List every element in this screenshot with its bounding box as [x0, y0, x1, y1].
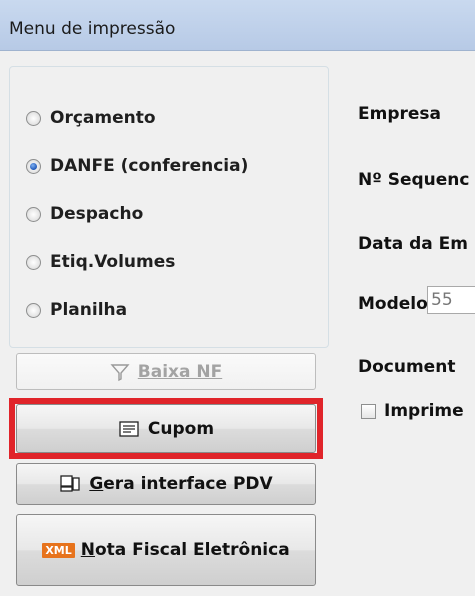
nota-fiscal-label: Nota Fiscal Eletrônica	[80, 540, 290, 560]
pdv-terminal-icon	[59, 474, 81, 494]
main-panel: Orçamento DANFE (conferencia) Despacho E…	[0, 51, 475, 596]
radio-button[interactable]	[26, 110, 41, 126]
print-options-group: Orçamento DANFE (conferencia) Despacho E…	[9, 66, 329, 348]
radio-danfe-conferencia[interactable]: DANFE (conferencia)	[26, 154, 248, 178]
radio-planilha[interactable]: Planilha	[26, 298, 127, 322]
xml-badge: XML	[42, 542, 75, 558]
empresa-label: Empresa	[358, 104, 441, 124]
radio-button[interactable]	[26, 254, 41, 270]
sequencia-label: Nº Sequenc	[358, 170, 470, 190]
documento-label: Document	[358, 357, 456, 377]
baixa-nf-label: Baixa NF	[137, 361, 223, 382]
modelo-label: Modelo	[358, 294, 428, 314]
radio-button-selected[interactable]	[26, 158, 41, 174]
radio-button[interactable]	[26, 302, 41, 318]
funnel-icon	[110, 362, 130, 382]
gera-interface-pdv-button[interactable]: Gera interface PDV	[16, 463, 316, 505]
radio-etiq-volumes[interactable]: Etiq.Volumes	[26, 250, 175, 274]
radio-button[interactable]	[26, 206, 41, 222]
nota-fiscal-eletronica-button[interactable]: XML Nota Fiscal Eletrônica	[16, 514, 316, 586]
radio-label: Orçamento	[50, 108, 156, 128]
gera-interface-pdv-label: Gera interface PDV	[89, 474, 273, 494]
title-bar: Menu de impressão	[0, 0, 475, 51]
radio-label: Despacho	[50, 204, 144, 224]
baixa-nf-button[interactable]: Baixa NF	[16, 353, 316, 390]
imprime-checkbox[interactable]	[361, 404, 376, 419]
window-title: Menu de impressão	[9, 19, 176, 39]
modelo-field[interactable]: 55	[427, 286, 475, 314]
radio-orcamento[interactable]: Orçamento	[26, 106, 156, 130]
imprime-label: Imprime	[384, 401, 464, 421]
highlight-box	[9, 398, 323, 459]
radio-label: Etiq.Volumes	[50, 252, 176, 272]
radio-label: Planilha	[50, 300, 128, 320]
radio-label: DANFE (conferencia)	[50, 156, 249, 176]
data-label: Data da Em	[358, 234, 468, 254]
radio-despacho[interactable]: Despacho	[26, 202, 143, 226]
